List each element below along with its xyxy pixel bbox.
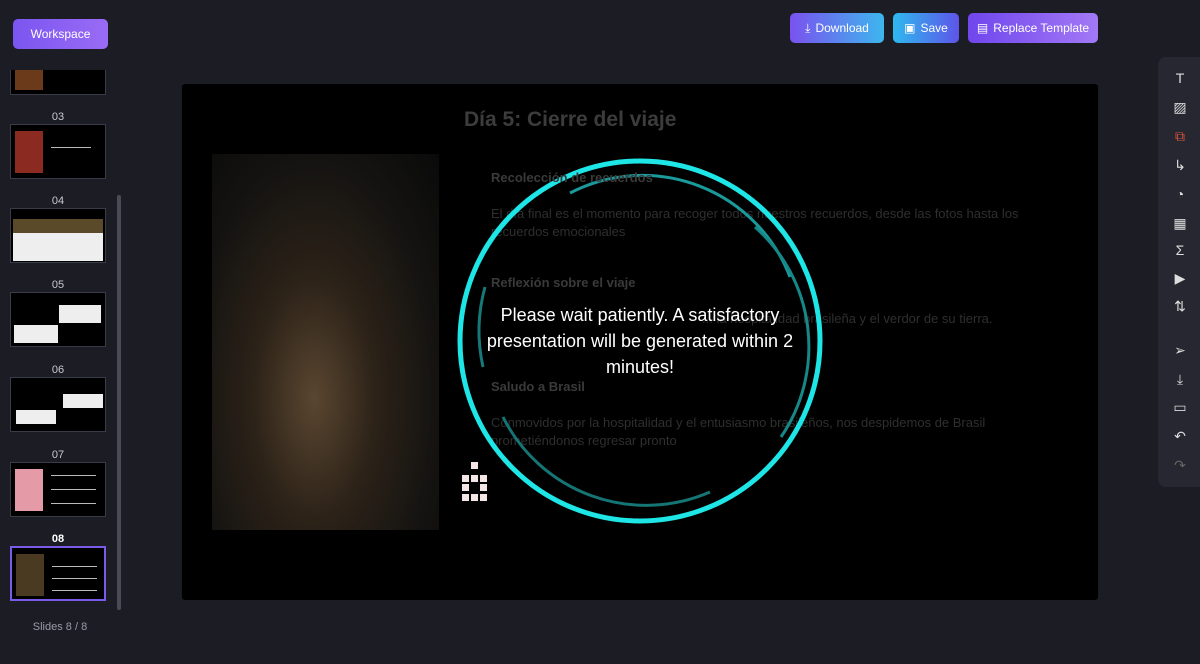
thumbnail-number: 03 xyxy=(51,111,65,123)
slide-thumbnail[interactable] xyxy=(10,377,106,432)
thumbnail-number: 04 xyxy=(51,195,65,207)
slides-count: Slides 8 / 8 xyxy=(32,621,88,633)
section-heading: Recolección de recuerdos xyxy=(491,170,653,185)
formula-icon[interactable]: Σ xyxy=(1171,241,1189,259)
save-label: Save xyxy=(920,21,948,35)
save-icon: ▣ xyxy=(904,21,916,35)
replace-template-label: Replace Template xyxy=(993,21,1090,35)
chart-icon[interactable]: ◔ xyxy=(1171,185,1189,203)
slide-thumbnail-active[interactable] xyxy=(10,546,106,601)
thumbnail-number: 08 xyxy=(51,533,65,545)
table-icon[interactable]: ▦ xyxy=(1171,214,1189,232)
thumbnail-number: 07 xyxy=(51,449,65,461)
template-icon: ▤ xyxy=(976,21,989,35)
slide-thumbnail-partial[interactable] xyxy=(10,70,106,95)
slide-thumbnail[interactable] xyxy=(10,462,106,517)
slide-canvas[interactable]: Día 5: Cierre del viaje Recolección de r… xyxy=(182,84,1098,600)
workspace-button[interactable]: Workspace xyxy=(13,19,108,49)
image-icon[interactable]: ▨ xyxy=(1171,98,1189,116)
slide-title: Día 5: Cierre del viaje xyxy=(464,108,677,131)
download-button[interactable]: ⤓ Download xyxy=(790,13,884,43)
thumbnail-scrollbar[interactable] xyxy=(117,195,121,610)
section-heading: Saludo a Brasil xyxy=(491,379,585,394)
right-toolbar: T ▨ ⧉ ↳ ◔ ▦ Σ ▶ ⇅ ➢ ⤓ ▭ ↶ ↷ xyxy=(1158,57,1200,487)
video-icon[interactable]: ▶ xyxy=(1171,269,1189,287)
connector-icon[interactable]: ↳ xyxy=(1171,156,1189,174)
section-text: ... la hospitalidad brasileña y el verdo… xyxy=(702,311,993,326)
download-label: Download xyxy=(815,21,869,35)
transition-icon[interactable]: ⇅ xyxy=(1171,297,1189,315)
section-text: El día final es el momento para recoger … xyxy=(491,206,1019,239)
thumbnail-number: 06 xyxy=(51,364,65,376)
section-text: Conmovidos por la hospitalidad y el entu… xyxy=(491,415,986,448)
redo-icon[interactable]: ↷ xyxy=(1171,456,1189,474)
text-icon[interactable]: T xyxy=(1171,69,1189,87)
burger-photo xyxy=(212,154,439,530)
section-heading: Reflexión sobre el viaje xyxy=(491,275,636,290)
pointer-icon[interactable]: ➢ xyxy=(1171,341,1189,359)
shape-icon[interactable]: ⧉ xyxy=(1171,127,1189,145)
download-icon[interactable]: ⤓ xyxy=(1171,370,1189,388)
download-icon: ⤓ xyxy=(805,20,811,35)
save-button[interactable]: ▣ Save xyxy=(893,13,959,43)
replace-template-button[interactable]: ▤ Replace Template xyxy=(968,13,1098,43)
present-icon[interactable]: ▭ xyxy=(1171,398,1189,416)
thumbnail-number: 05 xyxy=(51,279,65,291)
slide-thumbnail[interactable] xyxy=(10,208,106,263)
undo-icon[interactable]: ↶ xyxy=(1171,427,1189,445)
slide-thumbnail[interactable] xyxy=(10,124,106,179)
slide-thumbnail[interactable] xyxy=(10,292,106,347)
